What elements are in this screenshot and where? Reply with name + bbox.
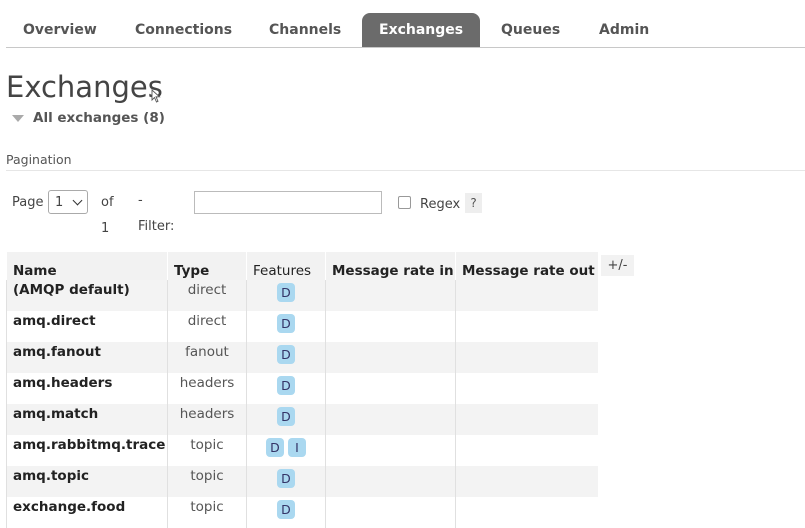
message-rate-in [325, 466, 456, 497]
message-rate-in [325, 497, 456, 528]
column-header-name: Name [6, 252, 168, 280]
table-row[interactable]: amq.headers headers D [6, 373, 598, 404]
feature-badge: D [266, 438, 284, 457]
page-select[interactable]: 1 [48, 190, 88, 214]
exchange-features: DI [246, 435, 326, 466]
exchange-type: topic [167, 435, 247, 466]
exchange-name-link[interactable]: exchange.food [6, 497, 168, 528]
message-rate-out [455, 373, 598, 404]
table-row[interactable]: amq.direct direct D [6, 311, 598, 342]
column-header-features: Features [246, 252, 326, 280]
table-row[interactable]: amq.topic topic D [6, 466, 598, 497]
message-rate-in [325, 404, 456, 435]
main-nav-tabs: Overview Connections Channels Exchanges … [6, 13, 805, 48]
feature-badge: D [277, 500, 295, 519]
column-header-type: Type [167, 252, 247, 280]
regex-help-button[interactable]: ? [465, 193, 482, 213]
exchange-type: headers [167, 404, 247, 435]
regex-checkbox[interactable] [398, 196, 411, 209]
exchange-name-link[interactable]: amq.direct [6, 311, 168, 342]
collapse-caret-icon [12, 114, 24, 122]
table-row[interactable]: amq.fanout fanout D [6, 342, 598, 373]
feature-badge: D [277, 469, 295, 488]
tab-exchanges[interactable]: Exchanges [362, 13, 481, 47]
feature-badge: D [277, 345, 295, 364]
message-rate-out [455, 497, 598, 528]
table-header-row: Name Type Features Message rate in Messa… [6, 252, 598, 280]
pagination-divider [6, 170, 805, 171]
all-exchanges-label: All exchanges (8) [33, 110, 165, 126]
exchange-type: fanout [167, 342, 247, 373]
message-rate-out [455, 466, 598, 497]
exchange-features: D [246, 373, 326, 404]
regex-label: Regex [420, 197, 461, 212]
message-rate-out [455, 342, 598, 373]
exchange-features: D [246, 342, 326, 373]
feature-badge: D [277, 407, 295, 426]
filter-input[interactable] [194, 191, 382, 214]
filter-label: - Filter: [138, 193, 175, 234]
exchange-features: D [246, 497, 326, 528]
exchange-features: D [246, 311, 326, 342]
page-select-value: 1 [55, 194, 64, 210]
exchange-features: D [246, 466, 326, 497]
message-rate-out [455, 404, 598, 435]
exchange-type: headers [167, 373, 247, 404]
chevron-down-icon [72, 195, 83, 205]
exchange-type: direct [167, 280, 247, 311]
exchange-name-link[interactable]: amq.headers [6, 373, 168, 404]
exchange-name-link[interactable]: amq.fanout [6, 342, 168, 373]
exchange-type: direct [167, 311, 247, 342]
tab-admin[interactable]: Admin [582, 13, 666, 47]
exchange-type: topic [167, 497, 247, 528]
exchange-name-link[interactable]: amq.match [6, 404, 168, 435]
pagination-heading: Pagination [6, 152, 72, 167]
tab-connections[interactable]: Connections [118, 13, 249, 47]
message-rate-out [455, 280, 598, 311]
table-row[interactable]: exchange.food topic D [6, 497, 598, 528]
message-rate-in [325, 373, 456, 404]
message-rate-out [455, 435, 598, 466]
column-header-rate-in: Message rate in [325, 252, 456, 280]
table-row[interactable]: amq.match headers D [6, 404, 598, 435]
page-title: Exchanges [6, 70, 163, 104]
tab-queues[interactable]: Queues [484, 13, 577, 47]
feature-badge: D [277, 314, 295, 333]
table-row[interactable]: (AMQP default) direct D [6, 280, 598, 311]
column-toggle-button[interactable]: +/- [601, 255, 634, 276]
exchange-features: D [246, 404, 326, 435]
exchange-name-link[interactable]: amq.rabbitmq.trace [6, 435, 168, 466]
tab-channels[interactable]: Channels [252, 13, 358, 47]
all-exchanges-toggle[interactable]: All exchanges (8) [12, 110, 165, 126]
column-header-rate-out: Message rate out [455, 252, 598, 280]
message-rate-in [325, 280, 456, 311]
message-rate-in [325, 435, 456, 466]
table-row[interactable]: amq.rabbitmq.trace topic D I [6, 435, 598, 466]
exchange-type: topic [167, 466, 247, 497]
exchange-features: D [246, 280, 326, 311]
message-rate-in [325, 311, 456, 342]
page-label: Page [12, 195, 44, 210]
exchange-name-link[interactable]: amq.topic [6, 466, 168, 497]
mouse-cursor-icon [151, 89, 161, 103]
message-rate-out [455, 311, 598, 342]
feature-badge: I [288, 438, 306, 457]
feature-badge: D [277, 376, 295, 395]
message-rate-in [325, 342, 456, 373]
tab-overview[interactable]: Overview [6, 13, 114, 47]
page-count-label: of 1 [101, 195, 114, 236]
exchange-name-link[interactable]: (AMQP default) [6, 280, 168, 311]
exchanges-table: Name Type Features Message rate in Messa… [6, 252, 598, 528]
feature-badge: D [277, 283, 295, 302]
